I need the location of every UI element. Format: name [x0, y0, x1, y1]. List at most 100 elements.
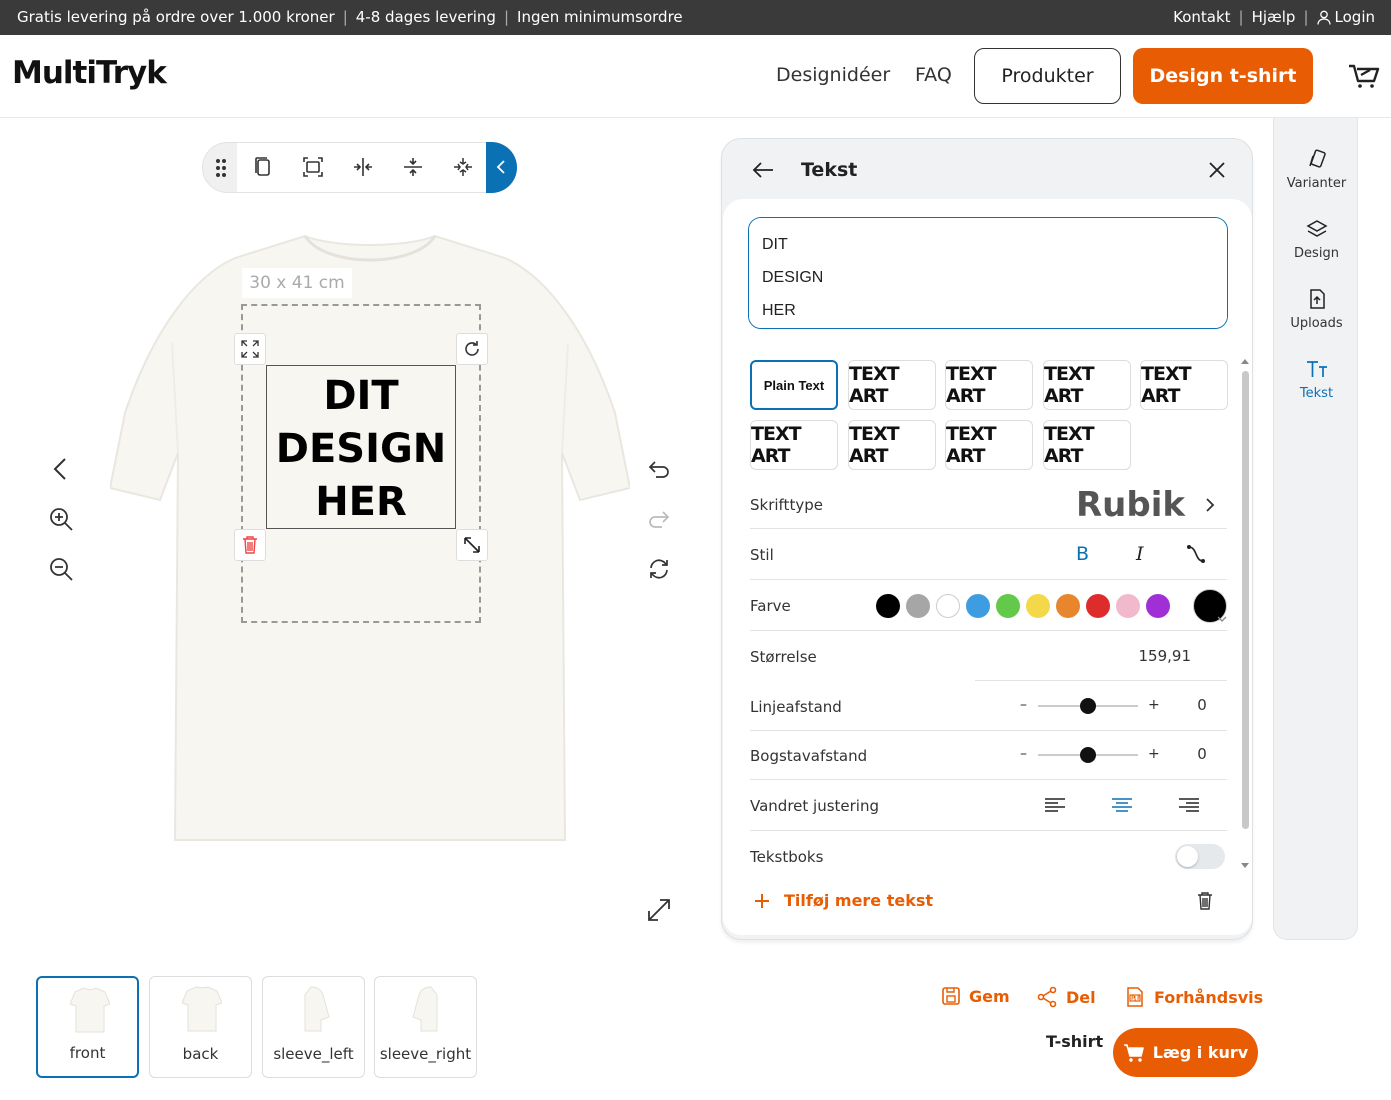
design-tshirt-button[interactable]: Design t-shirt [1133, 48, 1313, 104]
line-spacing-plus[interactable]: + [1148, 697, 1160, 713]
align-center-icon[interactable] [1111, 797, 1133, 813]
text-style-arch[interactable]: TEXT ART [848, 360, 936, 410]
alignment-row: Vandret justering [750, 780, 1227, 831]
share-icon [1037, 986, 1057, 1008]
align-left-icon[interactable] [1044, 797, 1066, 813]
line-spacing-knob[interactable] [1080, 698, 1096, 714]
products-button[interactable]: Produkter [974, 48, 1121, 104]
cart-icon [1123, 1043, 1144, 1062]
color-swatch[interactable] [906, 594, 930, 618]
add-more-text-button[interactable]: Tilføj mere tekst [754, 891, 933, 910]
center-vertical-icon[interactable] [401, 155, 425, 179]
letter-spacing-input[interactable]: 0 [1177, 731, 1227, 780]
save-button[interactable]: Gem [941, 986, 1010, 1006]
add-to-cart-button[interactable]: Læg i kurv [1113, 1028, 1258, 1077]
close-icon[interactable] [1208, 161, 1226, 179]
site-logo[interactable]: MultiTryk [12, 55, 167, 91]
toolbar-collapse-button[interactable] [486, 142, 517, 193]
sidebar-item-text[interactable]: Tekst [1274, 358, 1359, 401]
color-swatch[interactable] [936, 594, 960, 618]
text-panel: Tekst DIT DESIGN HER Plain Text TEXT ART… [721, 138, 1253, 940]
fit-to-area-icon[interactable] [301, 155, 325, 179]
nav-design-ideas[interactable]: Designidéer [776, 64, 890, 86]
text-icon [1306, 361, 1327, 377]
design-text-line: DIT [323, 373, 399, 419]
text-style-perspective[interactable]: TEXT ART [1140, 360, 1228, 410]
color-picker[interactable] [1193, 589, 1227, 623]
text-style-curve[interactable]: TEXT ART [945, 420, 1033, 470]
share-button[interactable]: Del [1036, 986, 1096, 1008]
view-thumb-sleeve-left[interactable]: sleeve_left [262, 976, 365, 1078]
view-thumb-back[interactable]: back [149, 976, 252, 1078]
color-label: Farve [750, 597, 791, 615]
sidebar-item-uploads[interactable]: Uploads [1274, 288, 1359, 331]
color-swatch[interactable] [876, 594, 900, 618]
delete-text-icon[interactable] [1196, 891, 1214, 911]
color-swatch[interactable] [1086, 594, 1110, 618]
rotate-handle[interactable] [456, 333, 488, 365]
color-swatch[interactable] [1116, 594, 1140, 618]
color-swatch[interactable] [1026, 594, 1050, 618]
text-style-slant-up[interactable]: TEXT ART [750, 420, 838, 470]
previous-view-icon[interactable] [48, 456, 74, 482]
letter-spacing-plus[interactable]: + [1148, 746, 1160, 762]
refresh-icon[interactable] [646, 556, 672, 582]
cart-icon[interactable] [1348, 63, 1380, 89]
object-toolbar [202, 142, 517, 193]
text-input[interactable]: DIT DESIGN HER [748, 217, 1228, 329]
size-input[interactable]: 159,91 [975, 631, 1227, 681]
font-row[interactable]: Skrifttype Rubik [750, 479, 1227, 529]
add-more-text-label: Tilføj mere tekst [784, 891, 934, 910]
redo-icon[interactable] [646, 506, 672, 532]
italic-toggle[interactable]: I [1136, 543, 1144, 565]
text-style-bulge[interactable]: TEXT ART [1043, 360, 1131, 410]
color-swatch[interactable] [996, 594, 1020, 618]
scroll-down-icon[interactable] [1240, 862, 1250, 870]
text-style-plain[interactable]: Plain Text [750, 360, 838, 410]
text-style-wave[interactable]: TEXT ART [945, 360, 1033, 410]
design-text-object[interactable]: DIT DESIGN HER [266, 370, 456, 529]
view-thumb-sleeve-right[interactable]: sleeve_right [374, 976, 477, 1078]
view-label: sleeve_right [379, 1045, 472, 1063]
duplicate-icon[interactable] [251, 155, 275, 179]
login-link[interactable]: Login [1316, 8, 1375, 26]
zoom-in-icon[interactable] [48, 506, 74, 532]
color-swatch[interactable] [966, 594, 990, 618]
help-link[interactable]: Hjælp [1252, 8, 1296, 26]
bold-toggle[interactable]: B [1076, 543, 1089, 565]
fullscreen-icon[interactable] [646, 897, 672, 923]
letter-spacing-knob[interactable] [1080, 747, 1096, 763]
letter-spacing-minus[interactable]: – [1020, 746, 1027, 762]
scrollbar-thumb[interactable] [1242, 371, 1249, 829]
pdf-icon [1127, 987, 1143, 1007]
expand-handle[interactable] [234, 333, 266, 365]
delete-handle[interactable] [234, 529, 266, 561]
text-style-descend[interactable]: TEXT ART [1043, 420, 1131, 470]
curve-path-icon[interactable] [1186, 544, 1206, 564]
back-arrow-icon[interactable] [752, 161, 774, 179]
alignment-label: Vandret justering [750, 797, 879, 815]
text-style-slant-down[interactable]: TEXT ART [848, 420, 936, 470]
line-spacing-input[interactable]: 0 [1177, 681, 1227, 731]
contact-link[interactable]: Kontakt [1173, 8, 1230, 26]
nav-faq[interactable]: FAQ [915, 64, 952, 86]
scroll-up-icon[interactable] [1240, 357, 1250, 365]
align-right-icon[interactable] [1178, 797, 1200, 813]
letter-spacing-row: Bogstavafstand – + 0 [750, 731, 1227, 780]
preview-button[interactable]: Forhåndsvis [1124, 986, 1263, 1008]
resize-handle[interactable] [456, 529, 488, 561]
center-horizontal-icon[interactable] [351, 155, 375, 179]
center-both-icon[interactable] [451, 155, 475, 179]
line-spacing-minus[interactable]: – [1020, 697, 1027, 713]
sidebar-item-design[interactable]: Design [1274, 218, 1359, 261]
zoom-out-icon[interactable] [48, 556, 74, 582]
view-thumb-front[interactable]: front [36, 976, 139, 1078]
tool-sidebar: Varianter Design Uploads Tekst [1273, 118, 1358, 940]
undo-icon[interactable] [646, 456, 672, 482]
sidebar-item-variants[interactable]: Varianter [1274, 148, 1359, 191]
share-label: Del [1066, 987, 1096, 1007]
color-swatch[interactable] [1146, 594, 1170, 618]
color-swatch[interactable] [1056, 594, 1080, 618]
drag-handle-icon[interactable] [215, 158, 227, 178]
textbox-toggle[interactable] [1175, 844, 1225, 869]
